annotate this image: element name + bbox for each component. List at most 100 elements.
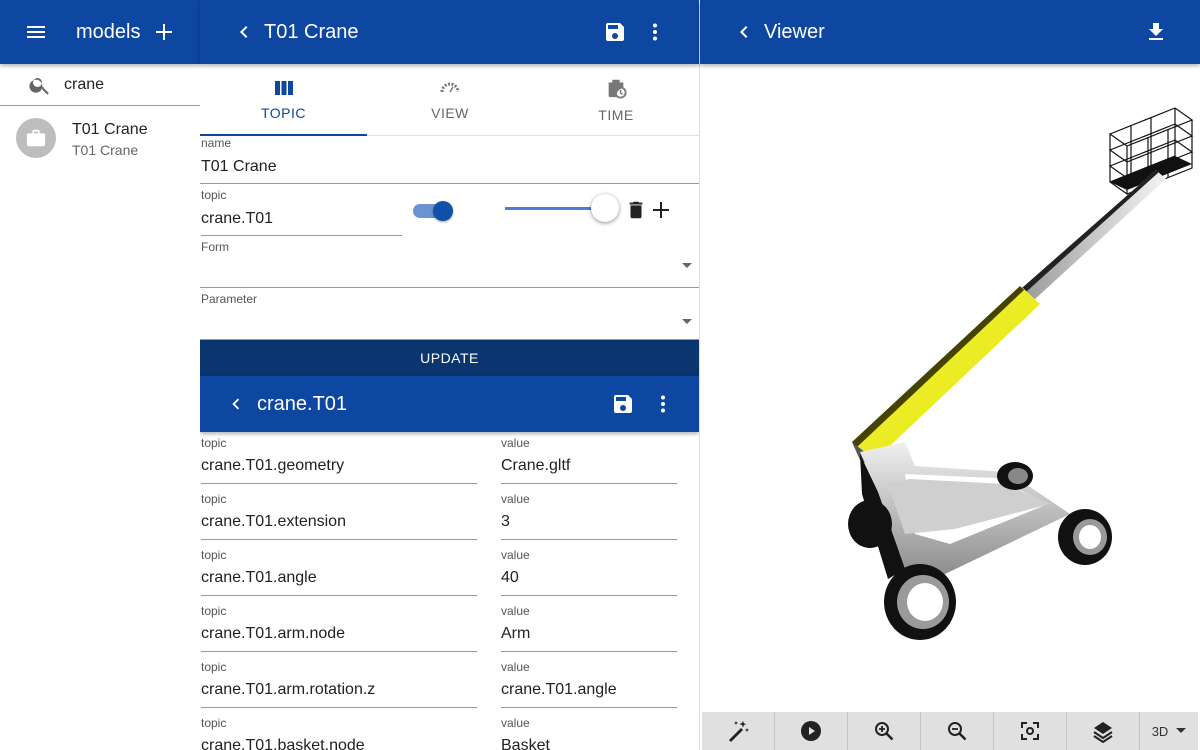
value-cell-value[interactable]: 3 xyxy=(501,513,677,531)
wheel-front-right xyxy=(1058,509,1112,565)
center-focus-button[interactable] xyxy=(994,712,1067,750)
plus-icon[interactable] xyxy=(152,20,176,44)
viewer-panel: 3D xyxy=(700,64,1200,750)
slider-thumb[interactable] xyxy=(591,194,619,222)
more-vert-icon[interactable] xyxy=(643,20,667,44)
topic-cell[interactable]: topic crane.T01.basket.node xyxy=(201,712,477,750)
form-select[interactable]: Form xyxy=(200,240,699,288)
value-cell[interactable]: value Basket xyxy=(501,712,677,750)
topic-panel-title: crane.T01 xyxy=(257,392,348,415)
value-cell[interactable]: value Crane.gltf xyxy=(501,432,677,484)
wheel-front-left xyxy=(884,564,956,640)
save-icon[interactable] xyxy=(603,20,627,44)
play-button[interactable] xyxy=(775,712,848,750)
chevron-left-icon[interactable] xyxy=(732,20,756,44)
editor-title: T01 Crane xyxy=(264,20,359,43)
value-cell-value[interactable]: 40 xyxy=(501,569,677,587)
table-row: topic crane.T01.arm.node value Arm xyxy=(200,600,699,656)
value-cell-value[interactable]: crane.T01.angle xyxy=(501,681,677,699)
layers-button[interactable] xyxy=(1067,712,1140,750)
viewer-title: Viewer xyxy=(764,20,825,43)
table-row: topic crane.T01.extension value 3 xyxy=(200,488,699,544)
topic-panel-bar: crane.T01 xyxy=(200,376,699,432)
zoom-in-button[interactable] xyxy=(848,712,921,750)
name-field-value[interactable]: T01 Crane xyxy=(201,158,699,176)
topic-cell-value[interactable]: crane.T01.basket.node xyxy=(201,737,477,750)
value-cell-value[interactable]: Basket xyxy=(501,737,677,750)
update-button[interactable]: UPDATE xyxy=(200,340,699,376)
delete-icon[interactable] xyxy=(625,198,647,222)
search-bar[interactable]: crane xyxy=(0,64,200,106)
tab-time-label: TIME xyxy=(598,106,634,123)
value-cell-value[interactable]: Crane.gltf xyxy=(501,457,677,475)
value-cell-label: value xyxy=(501,492,530,506)
value-cell-label: value xyxy=(501,436,530,450)
value-cell[interactable]: value crane.T01.angle xyxy=(501,656,677,708)
topic-cell[interactable]: topic crane.T01.arm.node xyxy=(201,600,477,652)
value-cell[interactable]: value Arm xyxy=(501,600,677,652)
chevron-left-icon[interactable] xyxy=(225,393,247,415)
menu-icon[interactable] xyxy=(24,20,48,44)
visibility-toggle[interactable] xyxy=(413,201,453,221)
opacity-slider[interactable] xyxy=(505,194,619,222)
value-cell[interactable]: value 40 xyxy=(501,544,677,596)
topic-cell-value[interactable]: crane.T01.arm.node xyxy=(201,625,477,643)
magic-wand-button[interactable] xyxy=(702,712,775,750)
briefcase-icon xyxy=(25,127,47,149)
parameter-select-label: Parameter xyxy=(201,292,258,306)
tab-view-label: VIEW xyxy=(431,104,469,121)
topic-cell-value[interactable]: crane.T01.angle xyxy=(201,569,477,587)
list-item-title: T01 Crane xyxy=(72,121,148,138)
value-cell-value[interactable]: Arm xyxy=(501,625,677,643)
layers-icon xyxy=(1091,719,1115,743)
search-input[interactable]: crane xyxy=(64,76,104,94)
plus-icon[interactable] xyxy=(649,198,673,222)
save-icon[interactable] xyxy=(611,392,635,416)
table-row: topic crane.T01.geometry value Crane.gltf xyxy=(200,432,699,488)
topic-cell[interactable]: topic crane.T01.arm.rotation.z xyxy=(201,656,477,708)
zoom-in-icon xyxy=(872,719,896,743)
dropdown-arrow-icon[interactable] xyxy=(681,318,693,326)
topic-cell-value[interactable]: crane.T01.arm.rotation.z xyxy=(201,681,477,699)
telescopic-arm xyxy=(1022,170,1166,300)
value-cell[interactable]: value 3 xyxy=(501,488,677,540)
crane-3d-canvas[interactable] xyxy=(700,64,1200,712)
topic-cell-value[interactable]: crane.T01.extension xyxy=(201,513,477,531)
columns-icon xyxy=(274,79,294,97)
tab-time[interactable]: TIME xyxy=(533,64,699,135)
name-field[interactable]: name T01 Crane xyxy=(200,136,699,184)
toggle-thumb xyxy=(433,201,453,221)
viewer-app-bar: Viewer xyxy=(700,0,1200,64)
topic-cell-value[interactable]: crane.T01.geometry xyxy=(201,457,477,475)
list-item[interactable]: T01 Crane T01 Crane xyxy=(0,106,200,170)
table-row: topic crane.T01.angle value 40 xyxy=(200,544,699,600)
chevron-left-icon[interactable] xyxy=(232,20,256,44)
topic-cell-label: topic xyxy=(201,492,227,506)
gauge-icon xyxy=(440,79,460,97)
models-title: models xyxy=(76,20,141,43)
wheel-rear-left xyxy=(848,500,892,548)
download-icon[interactable] xyxy=(1144,20,1168,44)
topic-cell-label: topic xyxy=(201,436,227,450)
editor-app-bar: T01 Crane xyxy=(200,0,699,64)
dropdown-arrow-icon[interactable] xyxy=(681,262,693,270)
play-icon xyxy=(799,719,823,743)
tab-view[interactable]: VIEW xyxy=(367,64,533,135)
topic-field[interactable]: topic crane.T01 xyxy=(201,184,402,236)
tab-topic-label: TOPIC xyxy=(260,104,307,121)
view-mode-select[interactable]: 3D xyxy=(1140,712,1198,750)
topic-field-label: topic xyxy=(201,188,227,202)
topic-cell[interactable]: topic crane.T01.extension xyxy=(201,488,477,540)
tab-topic[interactable]: TOPIC xyxy=(200,64,367,136)
topic-row: topic crane.T01 xyxy=(200,184,699,236)
topic-cell[interactable]: topic crane.T01.angle xyxy=(201,544,477,596)
editor-panel: TOPIC VIEW TIME name T01 Crane topic cra… xyxy=(200,64,700,750)
topic-cell[interactable]: topic crane.T01.geometry xyxy=(201,432,477,484)
topic-field-value[interactable]: crane.T01 xyxy=(201,210,402,228)
zoom-out-button[interactable] xyxy=(921,712,994,750)
viewer-toolbar: 3D xyxy=(702,712,1198,750)
value-cell-label: value xyxy=(501,716,530,730)
parameter-select[interactable]: Parameter xyxy=(200,292,699,340)
more-vert-icon[interactable] xyxy=(651,392,675,416)
topic-cell-label: topic xyxy=(201,660,227,674)
